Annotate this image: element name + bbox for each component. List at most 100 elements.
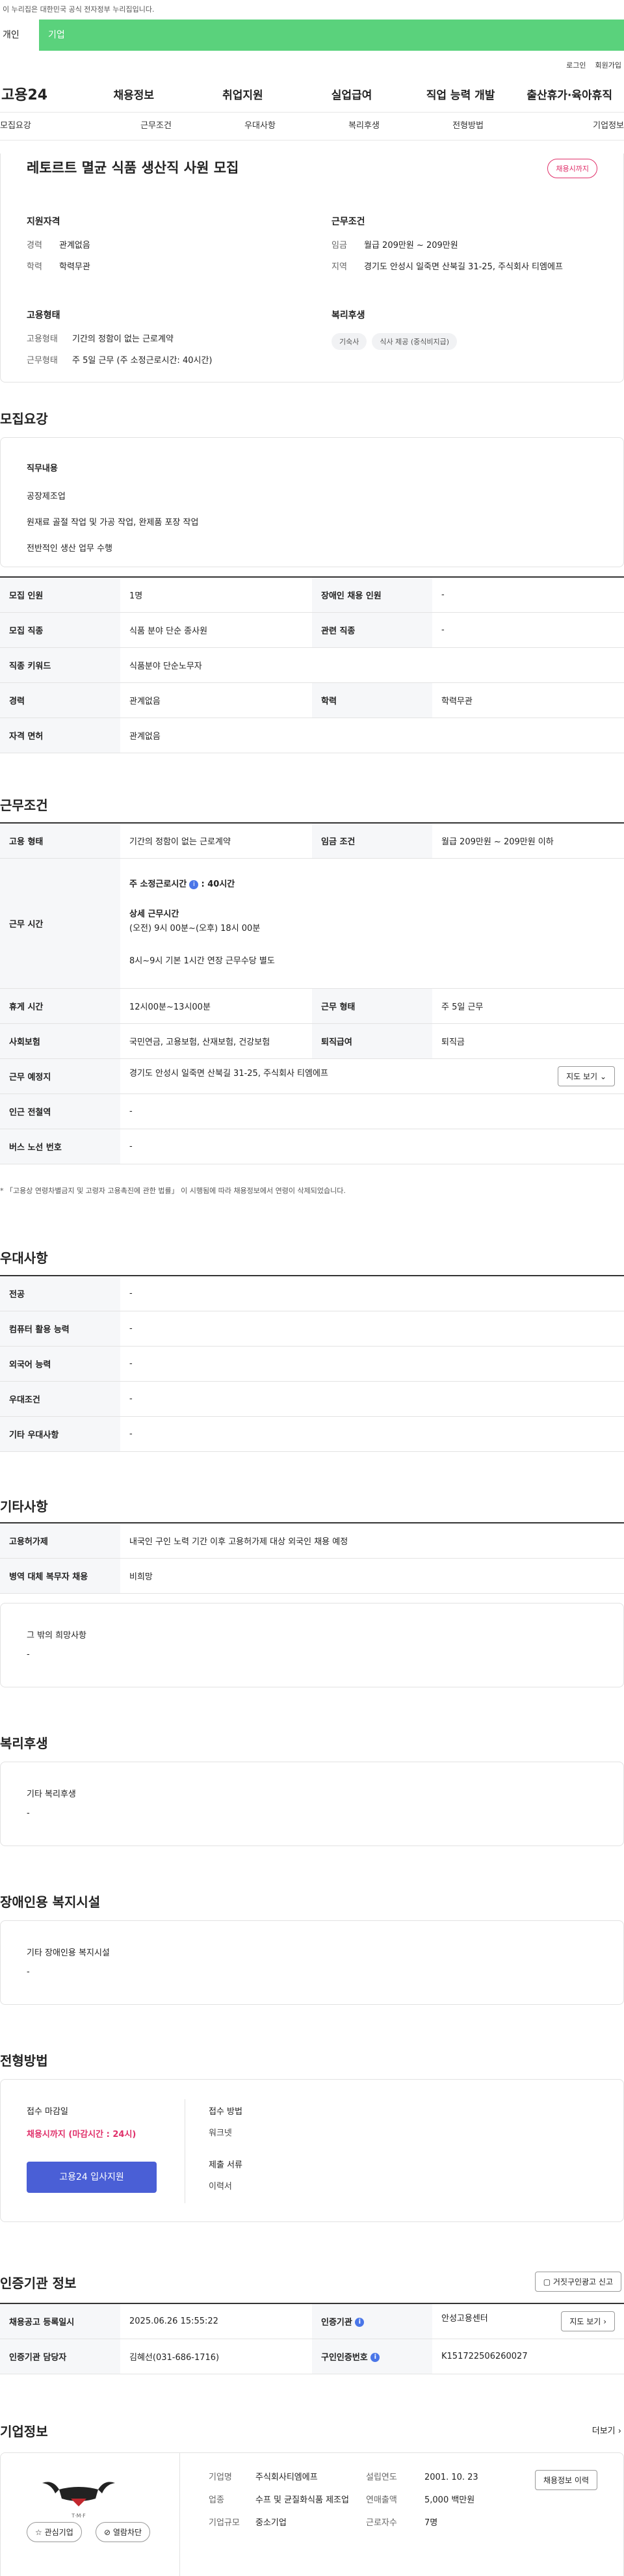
lnb-company[interactable]: 기업정보 — [520, 113, 624, 140]
block-icon: ⊘ — [104, 2528, 111, 2537]
table-header: 구인인증번호 — [321, 2352, 368, 2363]
region-label: 지역 — [332, 262, 347, 272]
tab-personal[interactable]: 개인 — [0, 20, 39, 51]
map-button-label: 지도 보기 — [569, 2316, 601, 2326]
gnb-benefits[interactable]: 실업급여 — [297, 86, 406, 102]
table-cell: 비희망 — [120, 1558, 624, 1594]
chevron-right-icon: › — [618, 2426, 621, 2436]
duty-line: 공장제조업 — [27, 492, 66, 502]
favorite-button[interactable]: ☆ 관심기업 — [27, 2522, 82, 2542]
duty-line: 전반적인 생산 업무 수행 — [27, 544, 112, 554]
gnb-leave[interactable]: 출산휴가·육아휴직 — [515, 86, 624, 102]
info-icon[interactable]: i — [189, 879, 199, 889]
more-label: 더보기 — [592, 2426, 616, 2436]
chevron-right-icon: › — [603, 2316, 606, 2326]
emp-type-value: 기간의 정함이 없는 근로계약 — [72, 334, 174, 344]
company-fields: 기업명 주식회사티엠에프 설립연도 2001. 10. 23 업종 수프 및 균질화식품… — [209, 2471, 522, 2529]
chevron-down-icon: ⌄ — [599, 1071, 606, 1081]
gnb-support[interactable]: 취업지원 — [188, 86, 298, 102]
welfare-other-heading: 기타 복리후생 — [27, 1790, 76, 1799]
table-header: 기타 우대사항 — [0, 1416, 120, 1452]
more-link[interactable]: 더보기 › — [592, 2424, 621, 2436]
top-tabs: 개인 기업 — [0, 20, 624, 51]
other-heading: 그 밖의 희망사항 — [27, 1631, 86, 1641]
logo[interactable]: 고용24 — [1, 83, 79, 104]
docs-heading: 제출 서류 — [209, 2160, 242, 2170]
gnb-training[interactable]: 직업 능력 개발 — [406, 86, 515, 102]
table-cell: 12시00분~13시00분 — [120, 988, 312, 1024]
summary-card: 레토르트 멸균 식품 생산직 사원 모집 채용시까지 지원자격 경력 관계없음 학… — [0, 154, 624, 382]
table-header: 근무 형태 — [312, 988, 432, 1024]
disab-box: 기타 장애인용 복지시설 - — [0, 1920, 624, 2005]
table-header: 외국어 능력 — [0, 1346, 120, 1382]
table-cell: 식품 분야 단순 종사원 — [120, 612, 312, 648]
table-cell: 주 5일 근무 — [432, 988, 624, 1024]
map-button[interactable]: 지도 보기 ⌄ — [558, 1066, 615, 1086]
company-box: T·M·F ☆ 관심기업 ⊘ 열람차단 기업명 주식회사티엠에프 설립연도 2001.… — [0, 2452, 624, 2576]
welfare-box: 기타 복리후생 - — [0, 1762, 624, 1846]
table-header: 장애인 채용 인원 — [312, 577, 432, 613]
util-nav: 로그인 회원가입 — [0, 51, 624, 75]
employment-block: 고용형태 고용형태 기간의 정함이 없는 근로계약 근무형태 주 5일 근무 (주 … — [27, 308, 292, 376]
table-cell: 내국인 구인 노력 기간 이후 고용허가제 대상 외국인 채용 예정 — [120, 1523, 624, 1559]
field-value: 2001. 10. 23 — [424, 2473, 478, 2482]
field-value: 중소기업 — [255, 2518, 287, 2528]
company-info-button[interactable]: 채용정보 이력 — [534, 2470, 597, 2490]
agency-map-button[interactable]: 지도 보기 › — [561, 2311, 615, 2331]
login-link[interactable]: 로그인 — [566, 60, 586, 75]
table-cell: 학력무관 — [432, 682, 624, 718]
qualification-heading: 지원자격 — [27, 217, 60, 227]
table-header: 전공 — [0, 1276, 120, 1311]
field-value: 5,000 백만원 — [424, 2495, 475, 2505]
table-header: 근무 시간 — [0, 858, 120, 989]
region-value: 경기도 안성시 일죽면 산북길 31-25, 주식회사 티엠에프 — [364, 262, 563, 272]
report-button-label: 거짓구인광고 신고 — [552, 2277, 613, 2287]
tab-company[interactable]: 기업 — [39, 20, 74, 51]
company-section-title: 기업정보 — [0, 2424, 48, 2439]
document-icon: ▢ — [543, 2277, 551, 2287]
career-value: 관계없음 — [59, 241, 90, 250]
etc-section-title: 기타사항 — [0, 1499, 48, 1514]
table-header: 채용공고 등록일시 — [0, 2303, 120, 2339]
table-cell: - — [120, 1276, 624, 1311]
status-badge: 채용시까지 — [547, 159, 597, 178]
gnb-jobs[interactable]: 채용정보 — [79, 86, 188, 102]
method-value: 워크넷 — [209, 2128, 232, 2138]
select-box: 접수 마감일 채용시까지 (마감시간 : 24시) 고용24 입사지원 접수 방… — [0, 2079, 624, 2222]
table-cell: 퇴직금 — [432, 1023, 624, 1059]
block-button[interactable]: ⊘ 열람차단 — [96, 2522, 151, 2542]
disab-value: - — [27, 1967, 30, 1977]
disab-heading: 기타 장애인용 복지시설 — [27, 1948, 110, 1958]
lnb-pref[interactable]: 우대사항 — [208, 113, 312, 140]
table-cell: - — [120, 1346, 624, 1382]
method-heading: 접수 방법 — [209, 2107, 242, 2117]
signup-link[interactable]: 회원가입 — [595, 60, 621, 75]
table-cell: 2025.06.26 15:55:22 — [120, 2303, 312, 2339]
pref-section-title: 우대사항 — [0, 1250, 48, 1266]
table-cell: 관계없음 — [120, 718, 624, 753]
table-header: 모집 인원 — [0, 577, 120, 613]
lnb-selection[interactable]: 전형방법 — [416, 113, 520, 140]
global-nav: 고용24 채용정보 취업지원 실업급여 직업 능력 개발 출산휴가·육아휴직 — [0, 75, 624, 112]
info-icon[interactable]: i — [370, 2353, 380, 2362]
table-header: 관련 직종 — [312, 612, 432, 648]
agency-value: 안성고용센터 — [441, 2313, 488, 2324]
table-header: 직종 키워드 — [0, 647, 120, 683]
report-button[interactable]: ▢ 거짓구인광고 신고 — [534, 2272, 621, 2292]
lnb-recruit[interactable]: 모집요강 — [0, 113, 104, 140]
age-note: * 「고용상 연령차별금지 및 고령자 고용촉진에 관한 법률」 이 시행됨에 … — [0, 1187, 346, 1195]
lnb-work[interactable]: 근무조건 — [104, 113, 208, 140]
agency-table: 채용공고 등록일시 2025.06.26 15:55:22 인증기관 i 안성고용센터… — [0, 2303, 624, 2374]
table-header: 고용허가제 — [0, 1523, 120, 1559]
apply-button[interactable]: 고용24 입사지원 — [27, 2162, 157, 2193]
hours-detail-heading: 상세 근무시간 — [129, 909, 179, 919]
deadline-heading: 접수 마감일 — [27, 2107, 68, 2117]
field-label: 기업규모 — [209, 2518, 240, 2528]
table-header: 컴퓨터 활용 능력 — [0, 1311, 120, 1347]
table-cell: - — [432, 577, 624, 613]
lnb-welfare[interactable]: 복리후생 — [312, 113, 416, 140]
info-icon[interactable]: i — [355, 2318, 365, 2328]
place-cell: 경기도 안성시 일죽면 산북길 31-25, 주식회사 티엠에프 지도 보기 ⌄ — [120, 1058, 624, 1094]
duty-box: 직무내용 공장제조업 원재료 골절 작업 및 가공 작업, 완제품 포장 작업 … — [0, 437, 624, 567]
work-table: 고용 형태 기간의 정함이 없는 근로계약 임금 조건 월급 209만원 ~ 209만… — [0, 822, 624, 1164]
